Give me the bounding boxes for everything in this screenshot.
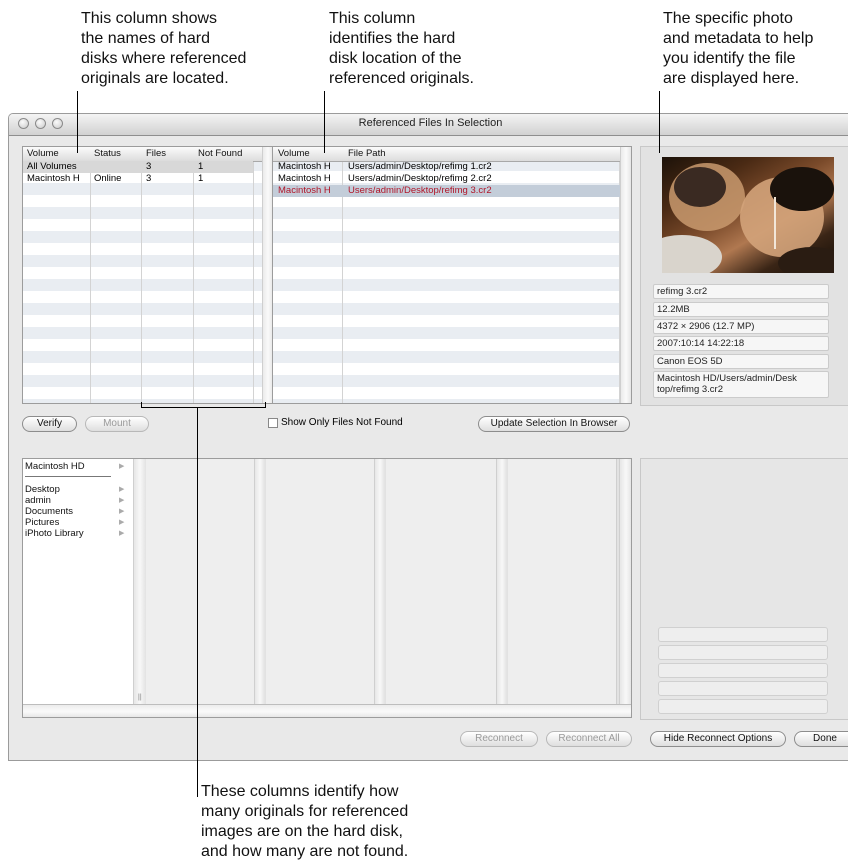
browser-column-empty — [386, 459, 497, 704]
reconnect-field — [658, 699, 828, 714]
leader-line-counts — [197, 407, 198, 797]
volumes-table: Volume Status Files Not Found All Volume… — [22, 146, 274, 404]
bracket-left-tick — [141, 402, 142, 408]
browser-column-empty — [266, 459, 375, 704]
window-title: Referenced Files In Selection — [358, 117, 503, 129]
meta-filename: refimg 3.cr2 — [653, 284, 829, 299]
reconnect-field — [658, 681, 828, 696]
browser-horizontal-scrollbar[interactable] — [23, 704, 631, 717]
volume-row[interactable]: Macintosh H Online 3 1 — [23, 173, 253, 185]
photo-image — [662, 163, 834, 273]
browser-column-empty — [508, 459, 617, 704]
col-header-volume[interactable]: Volume — [27, 148, 59, 159]
chevron-right-icon: ▶ — [119, 530, 125, 537]
col-header-file-path[interactable]: File Path — [348, 148, 386, 159]
hide-reconnect-options-button[interactable]: Hide Reconnect Options — [650, 731, 786, 747]
browser-item[interactable]: iPhoto Library — [25, 528, 84, 539]
browser-item[interactable]: admin — [25, 495, 51, 506]
callout-count-columns: These columns identify how many original… — [201, 783, 409, 860]
photo-thumbnail — [662, 157, 834, 273]
file-row[interactable]: Macintosh H Users/admin/Desktop/refimg 1… — [273, 161, 621, 173]
browser-item[interactable]: Pictures — [25, 517, 59, 528]
show-not-found-label: Show Only Files Not Found — [281, 417, 403, 428]
meta-path: Macintosh HD/Users/admin/Desk top/refimg… — [653, 371, 829, 398]
bracket-right-tick — [265, 402, 266, 408]
meta-date: 2007:10:14 14:22:18 — [653, 336, 829, 351]
file-row-missing-selected[interactable]: Macintosh H Users/admin/Desktop/refimg 3… — [273, 185, 621, 197]
col-header-files[interactable]: Files — [146, 148, 166, 159]
chevron-right-icon: ▶ — [119, 508, 125, 515]
mount-button[interactable]: Mount — [85, 416, 149, 432]
leader-line-photo — [659, 91, 660, 153]
callout-photo-metadata: The specific photo and metadata to help … — [663, 10, 814, 87]
chevron-right-icon: ▶ — [119, 463, 125, 470]
files-table-scrollbar[interactable] — [620, 147, 631, 403]
reconnect-field — [658, 663, 828, 678]
verify-button[interactable]: Verify — [22, 416, 77, 432]
col-header-not-found[interactable]: Not Found — [198, 148, 242, 159]
browser-item[interactable]: Desktop — [25, 484, 60, 495]
reconnect-button[interactable]: Reconnect — [460, 731, 538, 747]
column-resize-handle[interactable]: || — [138, 694, 142, 701]
browser-column-root: Macintosh HD ▶ Desktop ▶ admin ▶ Documen… — [23, 459, 133, 717]
col-header-file-volume[interactable]: Volume — [278, 148, 310, 159]
browser-root-item[interactable]: Macintosh HD — [25, 461, 85, 472]
files-table-header: Volume File Path — [273, 147, 631, 162]
file-row[interactable]: Macintosh H Users/admin/Desktop/refimg 2… — [273, 173, 621, 185]
browser-column-scrollbar[interactable] — [375, 459, 385, 704]
bracket-count-columns — [141, 407, 266, 408]
leader-line-volume — [77, 91, 78, 153]
callout-volume-column: This column shows the names of hard disk… — [81, 10, 247, 87]
show-not-found-checkbox[interactable] — [268, 418, 278, 428]
update-selection-button[interactable]: Update Selection In Browser — [478, 416, 630, 432]
done-button[interactable]: Done — [794, 731, 848, 747]
meta-filesize: 12.2MB — [653, 302, 829, 317]
meta-camera: Canon EOS 5D — [653, 354, 829, 369]
browser-vertical-scrollbar[interactable] — [619, 459, 631, 704]
chevron-right-icon: ▶ — [119, 497, 125, 504]
files-table: Volume File Path Macintosh H Users/admin… — [272, 146, 632, 404]
browser-column-scrollbar[interactable] — [497, 459, 507, 704]
chevron-right-icon: ▶ — [119, 519, 125, 526]
title-bar[interactable]: Referenced Files In Selection — [9, 114, 848, 136]
reconnect-field — [658, 627, 828, 642]
browser-column-empty — [146, 459, 255, 704]
volumes-table-header: Volume Status Files Not Found — [23, 147, 273, 162]
browser-column-scrollbar[interactable] — [255, 459, 265, 704]
volume-row[interactable]: All Volumes 3 1 — [23, 161, 253, 173]
callout-location-column: This column identifies the hard disk loc… — [329, 10, 474, 87]
reconnect-all-button[interactable]: Reconnect All — [546, 731, 632, 747]
leader-line-location — [324, 91, 325, 153]
reconnect-field — [658, 645, 828, 660]
column-browser: Macintosh HD ▶ Desktop ▶ admin ▶ Documen… — [22, 458, 632, 718]
browser-item[interactable]: Documents — [25, 506, 73, 517]
browser-column-scrollbar[interactable]: || — [133, 459, 146, 704]
chevron-right-icon: ▶ — [119, 486, 125, 493]
referenced-files-window: Referenced Files In Selection Volume Sta… — [8, 113, 848, 761]
meta-dimensions: 4372 × 2906 (12.7 MP) — [653, 319, 829, 334]
col-header-status[interactable]: Status — [94, 148, 121, 159]
